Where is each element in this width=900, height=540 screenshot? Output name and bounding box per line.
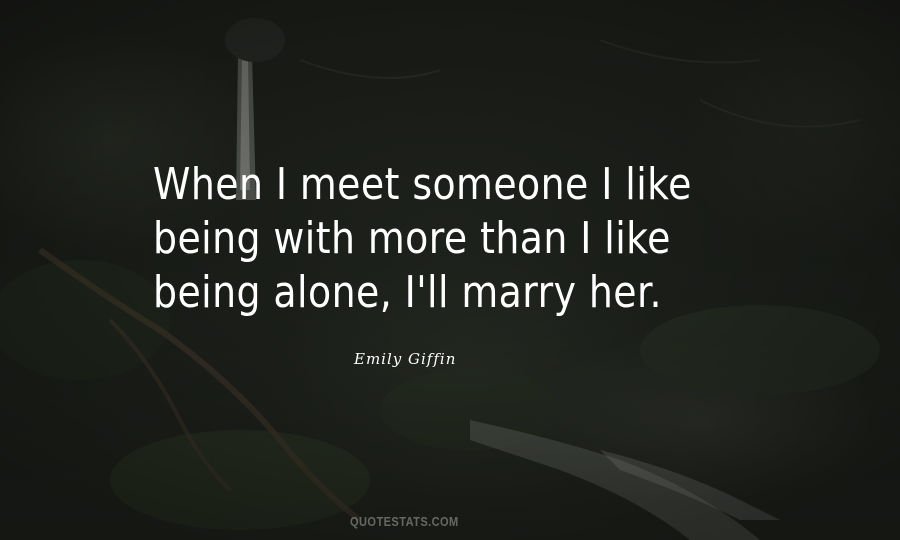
quote-line: When I meet someone I like [153,159,692,210]
quote-image: When I meet someone I like being with mo… [0,0,900,540]
quote-author: Emily Giffin [354,350,457,368]
quote-line: being with more than I like [153,213,671,264]
site-watermark: QUOTESTATS.COM [350,514,459,529]
quote-line: being alone, I'll marry her. [153,267,662,318]
quote-text: When I meet someone I like being with mo… [153,158,692,320]
